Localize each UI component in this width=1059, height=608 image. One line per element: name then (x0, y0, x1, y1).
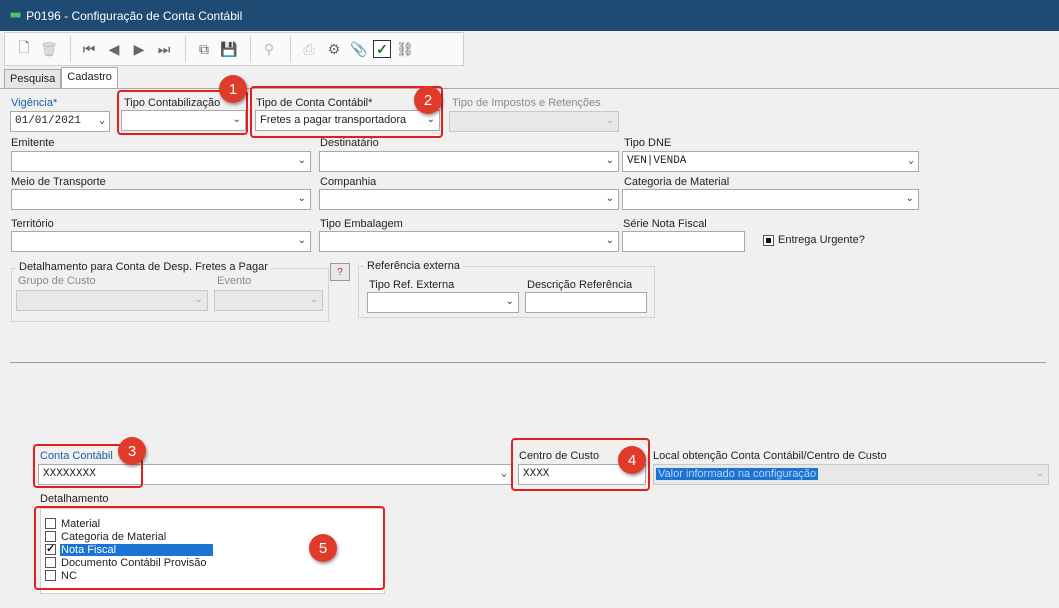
checkmark-icon[interactable]: ✓ (373, 40, 391, 58)
chevron-down-icon: ⌄ (907, 156, 914, 167)
entrega-urgente-label: Entrega Urgente? (778, 234, 865, 246)
annotation-badge-4: 4 (618, 446, 646, 474)
serie-nota-fiscal-input[interactable] (622, 231, 745, 252)
tipo-ref-externa-label: Tipo Ref. Externa (369, 279, 455, 291)
tab-strip: Pesquisa Cadastro (4, 67, 118, 89)
entrega-urgente-checkbox[interactable] (763, 234, 774, 246)
descricao-referencia-input[interactable] (525, 292, 647, 313)
previous-record-icon[interactable]: ◀ (103, 38, 125, 60)
tipo-embalagem-select[interactable]: ⌄ (319, 231, 619, 252)
chevron-down-icon: ⌄ (605, 235, 614, 246)
toolbar-separator (290, 36, 291, 62)
chevron-down-icon: ⌄ (505, 296, 514, 307)
entrega-urgente-checkbox-row[interactable]: Entrega Urgente? (763, 234, 865, 246)
chevron-down-icon: ⌄ (605, 115, 614, 126)
territorio-label: Território (11, 218, 54, 230)
tipo-embalagem-label: Tipo Embalagem (320, 218, 403, 230)
emitente-select[interactable]: ⌄ (11, 151, 311, 172)
chevron-down-icon: ⌄ (605, 155, 614, 166)
evento-select[interactable]: ⌄ (214, 290, 323, 311)
chevron-down-icon: ⌄ (605, 193, 614, 204)
grupo-custo-label: Grupo de Custo (18, 275, 96, 287)
categoria-material-select[interactable]: ⌄ (622, 189, 919, 210)
local-obtencao-select[interactable]: Valor informado na configuração ⌄ (653, 464, 1049, 485)
chevron-down-icon: ⌄ (194, 294, 203, 305)
toolbar-separator (185, 36, 186, 62)
vigencia-value: 01/01/2021 (15, 115, 82, 127)
search-disabled-icon[interactable]: ⚲ (258, 38, 280, 60)
vigencia-date-picker[interactable]: 01/01/2021 ⌄ (10, 111, 110, 132)
chevron-down-icon: ⌄ (98, 116, 105, 127)
tipo-impostos-select[interactable]: ⌄ (449, 111, 619, 132)
tab-pesquisa[interactable]: Pesquisa (4, 69, 62, 89)
window-title: P0196 - Configuração de Conta Contábil (26, 8, 243, 23)
gear-icon[interactable]: ⚙ (323, 38, 345, 60)
chevron-down-icon: ⌄ (309, 294, 318, 305)
new-document-icon[interactable]: 🗋 (13, 38, 35, 60)
copy-icon[interactable]: ⧉ (193, 38, 215, 60)
next-record-icon[interactable]: ▶ (128, 38, 150, 60)
link-icon[interactable]: ⛓ (394, 38, 416, 60)
meio-transporte-label: Meio de Transporte (11, 176, 106, 188)
help-button[interactable]: ? (330, 263, 350, 281)
meio-transporte-select[interactable]: ⌄ (11, 189, 311, 210)
annotation-badge-5: 5 (309, 534, 337, 562)
chevron-down-icon: ⌄ (905, 193, 914, 204)
annotation-badge-2: 2 (414, 86, 442, 114)
tipo-dne-label: Tipo DNE (624, 137, 672, 149)
local-obtencao-value: Valor informado na configuração (656, 468, 819, 480)
chevron-down-icon: ⌄ (500, 469, 507, 480)
print-icon[interactable]: ⎙ (298, 38, 320, 60)
attachment-icon[interactable]: 📎 (348, 38, 370, 60)
app-icon: ■■ (10, 10, 21, 21)
toolbar-separator (250, 36, 251, 62)
section-divider (10, 362, 1046, 363)
last-record-icon[interactable]: ⏭ (153, 38, 175, 60)
destinatario-label: Destinatário (320, 137, 379, 149)
toolbar: 🗋 🗑 ⏮ ◀ ▶ ⏭ ⧉ 💾 ⚲ ⎙ ⚙ 📎 ✓ ⛓ (4, 32, 464, 66)
descricao-referencia-label: Descrição Referência (527, 279, 633, 291)
emitente-label: Emitente (11, 137, 55, 149)
serie-nota-fiscal-label: Série Nota Fiscal (623, 218, 707, 230)
save-icon[interactable]: 💾 (218, 38, 240, 60)
companhia-label: Companhia (320, 176, 377, 188)
first-record-icon[interactable]: ⏮ (78, 38, 100, 60)
chevron-down-icon: ⌄ (297, 155, 306, 166)
detalhamento-label: Detalhamento (40, 493, 109, 505)
chevron-down-icon: ⌄ (297, 235, 306, 246)
toolbar-separator (70, 36, 71, 62)
vigencia-label: Vigência* (11, 97, 58, 109)
tab-cadastro[interactable]: Cadastro (61, 67, 118, 89)
title-bar: ■■ P0196 - Configuração de Conta Contábi… (0, 0, 1059, 31)
annotation-badge-3: 3 (118, 437, 146, 465)
territorio-select[interactable]: ⌄ (11, 231, 311, 252)
annotation-badge-1: 1 (219, 75, 247, 103)
tipo-dne-select[interactable]: VEN|VENDA ⌄ (622, 151, 919, 172)
tipo-ref-externa-select[interactable]: ⌄ (367, 292, 519, 313)
companhia-select[interactable]: ⌄ (319, 189, 619, 210)
local-obtencao-label: Local obtenção Conta Contábil/Centro de … (653, 450, 887, 462)
chevron-down-icon: ⌄ (1035, 468, 1044, 479)
detalhamento-desp-title: Detalhamento para Conta de Desp. Fretes … (16, 261, 271, 273)
categoria-material-label: Categoria de Material (624, 176, 730, 188)
tipo-impostos-label: Tipo de Impostos e Retenções (452, 97, 601, 109)
grupo-custo-select[interactable]: ⌄ (16, 290, 208, 311)
referencia-externa-title: Referência externa (364, 260, 463, 272)
destinatario-select[interactable]: ⌄ (319, 151, 619, 172)
evento-label: Evento (217, 275, 252, 287)
delete-icon[interactable]: 🗑 (38, 38, 60, 60)
chevron-down-icon: ⌄ (297, 193, 306, 204)
tipo-dne-value: VEN|VENDA (627, 155, 687, 167)
